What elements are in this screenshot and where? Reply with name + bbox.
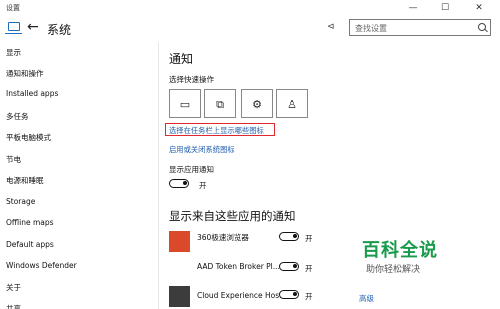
sidebar-item-windows-defender[interactable]: Windows Defender bbox=[6, 261, 77, 270]
back-button[interactable]: ← bbox=[27, 19, 39, 35]
sidebar-item-default-apps[interactable]: Default apps bbox=[6, 240, 54, 249]
toggle-state-label: 开 bbox=[199, 181, 207, 190]
toggle-knob bbox=[293, 264, 297, 268]
notifications-heading: 通知 bbox=[169, 52, 194, 66]
vpn-icon: ♙ bbox=[287, 98, 297, 111]
toggle-knob bbox=[293, 234, 297, 238]
quick-action-tablet-mode[interactable]: ▭ bbox=[169, 89, 201, 118]
app-toggle-360-browser[interactable] bbox=[279, 232, 299, 241]
pin-icon[interactable]: ⊲ bbox=[327, 22, 335, 32]
sidebar-item-power-sleep[interactable]: 电源和睡眠 bbox=[6, 175, 44, 186]
app-toggle-aad-token-broker[interactable] bbox=[279, 262, 299, 271]
toggle-knob bbox=[183, 181, 187, 185]
toggle-knob bbox=[293, 292, 297, 296]
watermark-tagline: 助你轻松解决 bbox=[366, 265, 421, 275]
show-app-notifications-label: 显示应用通知 bbox=[169, 165, 214, 174]
minimize-button[interactable]: — bbox=[400, 0, 426, 16]
page-title: 系统 bbox=[47, 23, 72, 37]
close-button[interactable]: ✕ bbox=[466, 0, 492, 16]
settings-header: ← 系统 ⊲ 查找设置 bbox=[0, 16, 500, 42]
window-titlebar: 设置 — ☐ ✕ bbox=[0, 0, 500, 16]
settings-icon: ⚙ bbox=[252, 98, 262, 111]
app-icon-cloud-experience-host bbox=[169, 286, 190, 307]
watermark: 百科全说 助你轻松解决 bbox=[352, 236, 462, 282]
sidebar-item-share[interactable]: 共享 bbox=[6, 303, 21, 309]
app-toggle-cloud-experience-host[interactable] bbox=[279, 290, 299, 299]
search-input[interactable]: 查找设置 bbox=[349, 19, 491, 36]
taskbar-icons-link[interactable]: 选择在任务栏上显示哪些图标 bbox=[169, 126, 264, 136]
maximize-button[interactable]: ☐ bbox=[432, 0, 458, 16]
advanced-link[interactable]: 高级 bbox=[359, 293, 374, 304]
quick-actions-label: 选择快速操作 bbox=[169, 75, 214, 84]
window-title: 设置 bbox=[6, 4, 20, 12]
watermark-brand: 百科全说 bbox=[362, 240, 438, 261]
connect-icon: ⧉ bbox=[216, 98, 224, 111]
app-state-aad-token-broker: 开 bbox=[305, 264, 313, 273]
app-name-360-browser: 360极速浏览器 bbox=[197, 233, 249, 242]
sidebar-item-installed-apps[interactable]: Installed apps bbox=[6, 89, 58, 98]
pc-icon bbox=[5, 22, 22, 34]
quick-action-connect[interactable]: ⧉ bbox=[204, 89, 236, 118]
sidebar-item-battery-saver[interactable]: 节电 bbox=[6, 154, 21, 165]
quick-action-settings[interactable]: ⚙ bbox=[241, 89, 273, 118]
sidebar-item-tablet-mode[interactable]: 平板电脑模式 bbox=[6, 132, 51, 143]
sidebar-item-notifications[interactable]: 通知和操作 bbox=[6, 68, 44, 79]
system-icons-link[interactable]: 启用或关闭系统图标 bbox=[169, 145, 235, 155]
sidebar-item-storage[interactable]: Storage bbox=[6, 197, 35, 206]
app-name-aad-token-broker: AAD Token Broker Pl... bbox=[197, 262, 280, 271]
app-notifications-heading: 显示来自这些应用的通知 bbox=[169, 209, 296, 223]
app-state-cloud-experience-host: 开 bbox=[305, 292, 313, 301]
app-name-cloud-experience-host: Cloud Experience Host bbox=[197, 291, 283, 300]
sidebar-item-about[interactable]: 关于 bbox=[6, 282, 21, 293]
tablet-mode-icon: ▭ bbox=[179, 98, 191, 111]
sidebar: 显示 通知和操作 Installed apps 多任务 平板电脑模式 节电 电源… bbox=[0, 42, 158, 309]
search-icon[interactable] bbox=[478, 23, 486, 31]
sidebar-item-display[interactable]: 显示 bbox=[6, 47, 21, 58]
sidebar-item-offline-maps[interactable]: Offline maps bbox=[6, 218, 54, 227]
sidebar-item-multitasking[interactable]: 多任务 bbox=[6, 111, 29, 122]
show-app-notifications-toggle[interactable] bbox=[169, 179, 189, 188]
quick-action-vpn[interactable]: ♙ bbox=[276, 89, 308, 118]
app-state-360-browser: 开 bbox=[305, 234, 313, 243]
app-icon-360-browser bbox=[169, 231, 190, 252]
search-placeholder: 查找设置 bbox=[355, 24, 387, 33]
